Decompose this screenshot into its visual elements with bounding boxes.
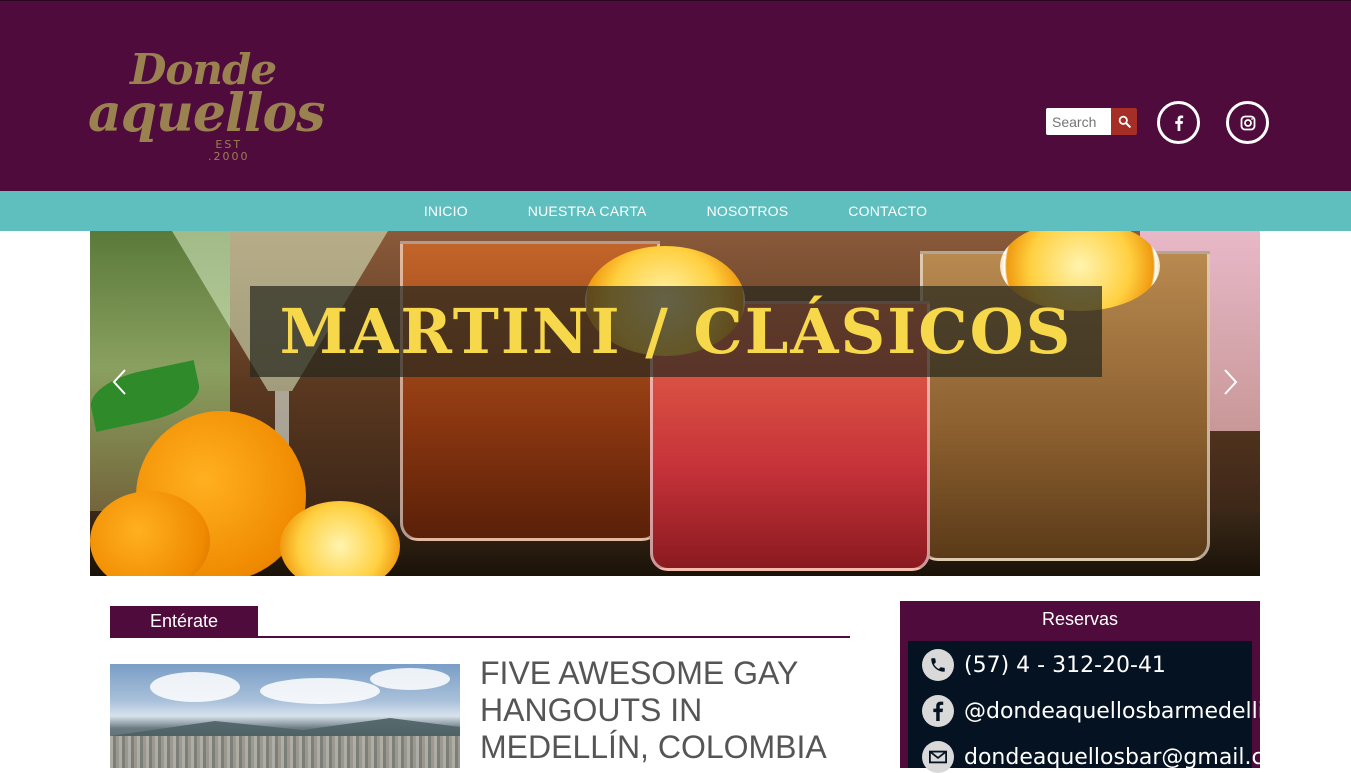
section-divider	[110, 636, 850, 638]
mail-icon	[922, 741, 954, 773]
cloud-image	[150, 672, 240, 702]
logo-est-year: .2000	[208, 150, 250, 163]
cloud-image	[370, 668, 450, 690]
contact-phone[interactable]: (57) 4 - 312-20-41	[922, 649, 1166, 681]
search-button[interactable]	[1111, 108, 1137, 135]
site-header: Donde aquellos EST .2000	[0, 0, 1351, 191]
hero-slider: MARTINI / CLÁSICOS	[90, 231, 1260, 576]
slider-prev-button[interactable]	[108, 367, 132, 397]
logo-est: EST .2000	[208, 139, 250, 163]
search-icon	[1118, 115, 1131, 128]
slide-caption-text: MARTINI / CLÁSICOS	[279, 295, 1073, 368]
site-logo[interactable]: Donde aquellos EST .2000	[86, 45, 325, 170]
logo-word-aquellos: aquellos	[88, 83, 325, 144]
reservas-title: Reservas	[1041, 609, 1119, 629]
slider-next-button[interactable]	[1218, 367, 1242, 397]
article-title[interactable]: FIVE AWESOME GAY HANGOUTS IN MEDELLÍN, C…	[480, 655, 860, 766]
instagram-link[interactable]	[1226, 101, 1269, 144]
reservas-contact-panel: (57) 4 - 312-20-41 @dondeaquellosbarmede…	[908, 641, 1299, 773]
slide-caption-banner: MARTINI / CLÁSICOS	[250, 286, 1102, 377]
search-input[interactable]	[1046, 108, 1111, 135]
chevron-right-icon	[1224, 369, 1238, 395]
nav-item-nosotros[interactable]: NOSOTROS	[707, 203, 789, 219]
contact-facebook[interactable]: @dondeaquellosbarmedellin	[922, 695, 1278, 727]
city-image	[110, 736, 460, 768]
section-tab-enterate[interactable]: Entérate	[110, 606, 258, 637]
nav-item-nuestra-carta[interactable]: NUESTRA CARTA	[528, 203, 647, 219]
article-thumbnail[interactable]	[110, 664, 460, 768]
search-form	[1046, 108, 1137, 135]
nav-item-contacto[interactable]: CONTACTO	[848, 203, 927, 219]
facebook-icon	[922, 695, 954, 727]
chevron-left-icon	[112, 369, 126, 395]
phone-icon	[922, 649, 954, 681]
instagram-icon	[1240, 115, 1255, 130]
contact-phone-text: (57) 4 - 312-20-41	[964, 652, 1166, 678]
facebook-icon	[1174, 115, 1183, 131]
contact-email-text: dondeaquellosbar@gmail.com	[964, 744, 1299, 770]
main-nav: INICIO NUESTRA CARTA NOSOTROS CONTACTO	[0, 191, 1351, 231]
reservas-widget: Reservas (57) 4 - 312-20-41 @dondeaquell…	[900, 601, 1299, 773]
contact-email[interactable]: dondeaquellosbar@gmail.com	[922, 741, 1299, 773]
facebook-link[interactable]	[1157, 101, 1200, 144]
nav-item-inicio[interactable]: INICIO	[424, 203, 468, 219]
contact-facebook-text: @dondeaquellosbarmedellin	[964, 698, 1278, 724]
cloud-image	[260, 678, 380, 704]
